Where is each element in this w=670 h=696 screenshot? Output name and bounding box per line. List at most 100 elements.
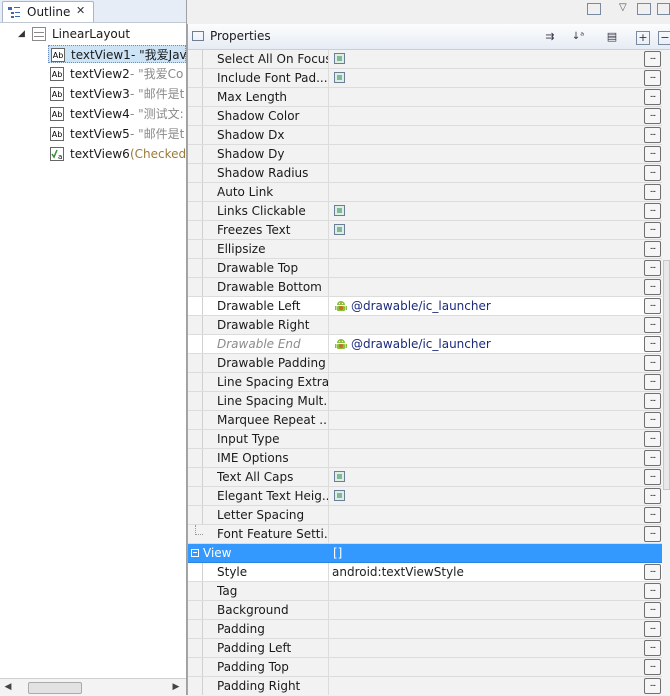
ellipsis-button[interactable]: ... (644, 355, 661, 371)
tree-node-textview6[interactable]: a textView6 (Checked (48, 145, 186, 163)
property-row-letter-spacing[interactable]: Letter Spacing... (188, 506, 662, 525)
checkbox[interactable] (334, 72, 345, 83)
ellipsis-button[interactable]: ... (644, 488, 661, 504)
ellipsis-button[interactable]: ... (644, 412, 661, 428)
tree-node-textview3[interactable]: Ab textView3 - "邮件是t (48, 85, 186, 103)
property-value[interactable]: android:textViewStyle (332, 563, 632, 581)
property-row-input-type[interactable]: Input Type... (188, 430, 662, 449)
collapse-arrow-icon[interactable]: ◢ (18, 25, 25, 43)
ellipsis-button[interactable]: ... (644, 146, 661, 162)
property-row-drawable-left[interactable]: Drawable Left @drawable/ic_launcher... (188, 297, 662, 316)
minimize-icon[interactable] (587, 3, 601, 15)
ellipsis-button[interactable]: ... (644, 621, 661, 637)
expand-all-icon[interactable]: + (636, 31, 650, 45)
property-row-padding-top[interactable]: Padding Top... (188, 658, 662, 677)
ellipsis-button[interactable]: ... (644, 678, 661, 694)
property-value[interactable]: @drawable/ic_launcher (351, 335, 651, 353)
property-row-select-all-on-focus[interactable]: Select All On Focus... (188, 50, 662, 69)
ellipsis-button[interactable]: ... (644, 260, 661, 276)
ellipsis-button[interactable]: ... (644, 51, 661, 67)
property-row-elegant-text-heig[interactable]: Elegant Text Heig...... (188, 487, 662, 506)
property-value[interactable]: @drawable/ic_launcher (351, 297, 651, 315)
collapse-toggle-icon[interactable] (191, 549, 199, 557)
properties-vertical-scrollbar[interactable] (662, 50, 670, 695)
tab-outline[interactable]: Outline ✕ (2, 1, 94, 22)
category-row-view[interactable]: View [] (188, 544, 662, 563)
property-row-shadow-dx[interactable]: Shadow Dx... (188, 126, 662, 145)
ellipsis-button[interactable]: ... (644, 70, 661, 86)
checkbox[interactable] (334, 224, 345, 235)
property-row-drawable-padding[interactable]: Drawable Padding... (188, 354, 662, 373)
property-row-auto-link[interactable]: Auto Link... (188, 183, 662, 202)
property-row-line-spacing-mult[interactable]: Line Spacing Mult...... (188, 392, 662, 411)
ellipsis-button[interactable]: ... (644, 450, 661, 466)
ellipsis-button[interactable]: ... (644, 203, 661, 219)
ellipsis-button[interactable]: ... (644, 298, 661, 314)
property-row-shadow-dy[interactable]: Shadow Dy... (188, 145, 662, 164)
property-row-include-font-pad[interactable]: Include Font Pad...... (188, 69, 662, 88)
checkbox[interactable] (334, 471, 345, 482)
checkbox[interactable] (334, 53, 345, 64)
property-row-tag[interactable]: Tag... (188, 582, 662, 601)
outline-horizontal-scrollbar[interactable]: ◀ ▶ (0, 678, 186, 696)
tree-node-textview4[interactable]: Ab textView4 - "测试文: (48, 105, 186, 123)
property-row-style[interactable]: Style android:textViewStyle... (188, 563, 662, 582)
property-row-drawable-bottom[interactable]: Drawable Bottom... (188, 278, 662, 297)
ellipsis-button[interactable]: ... (644, 241, 661, 257)
ellipsis-button[interactable]: ... (644, 165, 661, 181)
property-row-drawable-end[interactable]: Drawable End @drawable/ic_launcher... (188, 335, 662, 354)
ellipsis-button[interactable]: ... (644, 507, 661, 523)
scroll-right-arrow-icon[interactable]: ▶ (168, 679, 184, 695)
checkbox[interactable] (334, 205, 345, 216)
property-row-line-spacing-extra[interactable]: Line Spacing Extra... (188, 373, 662, 392)
property-row-ime-options[interactable]: IME Options... (188, 449, 662, 468)
ellipsis-button[interactable]: ... (644, 89, 661, 105)
property-row-drawable-top[interactable]: Drawable Top... (188, 259, 662, 278)
property-row-padding-right[interactable]: Padding Right... (188, 677, 662, 695)
show-advanced-icon[interactable]: ⇉ (542, 29, 558, 45)
restore-default-icon[interactable]: ▤ (604, 29, 620, 45)
property-row-shadow-radius[interactable]: Shadow Radius... (188, 164, 662, 183)
ellipsis-button[interactable]: ... (644, 640, 661, 656)
ellipsis-button[interactable]: ... (644, 336, 661, 352)
tree-node-textview2[interactable]: Ab textView2 - "我爱Co (48, 65, 186, 83)
property-row-text-all-caps[interactable]: Text All Caps... (188, 468, 662, 487)
maximize-view-icon[interactable] (657, 3, 670, 15)
scrollbar-thumb[interactable] (663, 260, 670, 490)
ellipsis-button[interactable]: ... (644, 393, 661, 409)
ellipsis-button[interactable]: ... (644, 431, 661, 447)
ellipsis-button[interactable]: ... (644, 659, 661, 675)
ellipsis-button[interactable]: ... (644, 127, 661, 143)
ellipsis-button[interactable]: ... (644, 564, 661, 580)
ellipsis-button[interactable]: ... (644, 279, 661, 295)
property-row-shadow-color[interactable]: Shadow Color... (188, 107, 662, 126)
minimize-view-icon[interactable] (637, 3, 651, 15)
property-row-max-length[interactable]: Max Length... (188, 88, 662, 107)
view-menu-icon[interactable]: ▽ (619, 2, 627, 13)
ellipsis-button[interactable]: ... (644, 526, 661, 542)
sort-az-icon[interactable]: ↓ᵃ (570, 29, 586, 45)
property-row-background[interactable]: Background... (188, 601, 662, 620)
tree-node-textview1[interactable]: Ab textView1 - "我爱Jav (48, 45, 187, 63)
property-row-ellipsize[interactable]: Ellipsize... (188, 240, 662, 259)
property-row-freezes-text[interactable]: Freezes Text... (188, 221, 662, 240)
ellipsis-button[interactable]: ... (644, 184, 661, 200)
scrollbar-thumb[interactable] (28, 682, 82, 694)
ellipsis-button[interactable]: ... (644, 602, 661, 618)
ellipsis-button[interactable]: ... (644, 108, 661, 124)
ellipsis-button[interactable]: ... (644, 317, 661, 333)
scroll-left-arrow-icon[interactable]: ◀ (0, 679, 16, 695)
ellipsis-button[interactable]: ... (644, 469, 661, 485)
property-row-font-feature-setti[interactable]: Font Feature Setti...... (188, 525, 662, 544)
ellipsis-button[interactable]: ... (644, 222, 661, 238)
collapse-all-icon[interactable]: − (658, 31, 670, 45)
checkbox[interactable] (334, 490, 345, 501)
tree-node-textview5[interactable]: Ab textView5 - "邮件是t (48, 125, 186, 143)
property-row-padding-left[interactable]: Padding Left... (188, 639, 662, 658)
ellipsis-button[interactable]: ... (644, 374, 661, 390)
property-row-drawable-right[interactable]: Drawable Right... (188, 316, 662, 335)
property-row-padding[interactable]: Padding... (188, 620, 662, 639)
property-row-marquee-repeat[interactable]: Marquee Repeat ...... (188, 411, 662, 430)
property-row-links-clickable[interactable]: Links Clickable... (188, 202, 662, 221)
ellipsis-button[interactable]: ... (644, 583, 661, 599)
